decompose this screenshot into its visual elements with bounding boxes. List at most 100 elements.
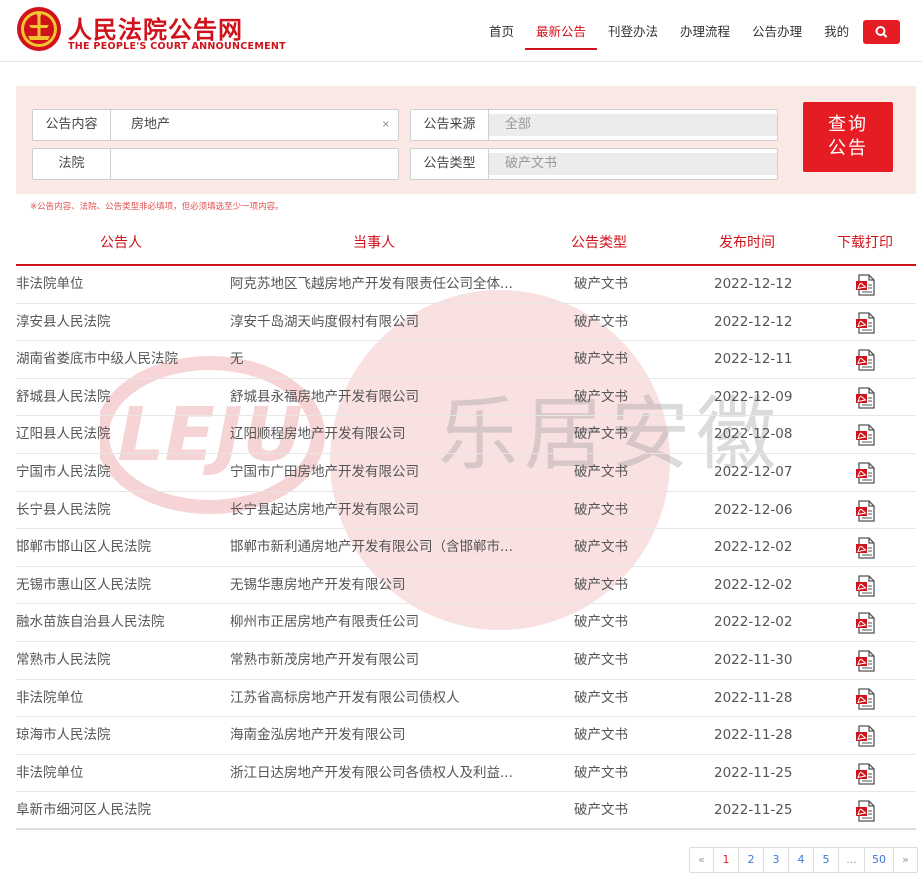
type-field[interactable]: 公告类型 破产文书 xyxy=(410,148,778,180)
table-row[interactable]: 非法院单位 阿克苏地区飞越房地产开发有限责任公司全体... 破产文书 2022-12-… xyxy=(16,266,916,304)
content-field[interactable]: 公告内容 房地产 × xyxy=(32,109,399,141)
pagination-page-3[interactable]: 3 xyxy=(763,848,788,872)
header-party: 当事人 xyxy=(353,235,395,251)
cell-party: 宁国市广田房地产开发有限公司 xyxy=(230,463,419,480)
cell-date: 2022-11-25 xyxy=(714,802,793,819)
table-row[interactable]: 阜新市细河区人民法院 破产文书 2022-11-25 xyxy=(16,792,916,830)
cell-date: 2022-12-12 xyxy=(714,276,793,292)
court-input[interactable] xyxy=(111,149,391,179)
pdf-icon xyxy=(856,537,875,559)
cell-announcer: 辽阳县人民法院 xyxy=(16,426,111,443)
query-button[interactable]: 查询 公告 xyxy=(803,102,893,172)
cell-type: 破产文书 xyxy=(574,689,628,706)
table-row[interactable]: 常熟市人民法院 常熟市新茂房地产开发有限公司 破产文书 2022-11-30 xyxy=(16,642,916,680)
table-row[interactable]: 无锡市惠山区人民法院 无锡华惠房地产开发有限公司 破产文书 2022-12-02 xyxy=(16,567,916,605)
header-download: 下载打印 xyxy=(837,235,893,251)
download-pdf-button[interactable] xyxy=(854,311,880,335)
cell-party xyxy=(230,792,520,829)
cell-party: 无锡华惠房地产开发有限公司 xyxy=(230,576,406,593)
download-pdf-button[interactable] xyxy=(854,762,880,786)
download-pdf-button[interactable] xyxy=(854,461,880,485)
download-pdf-button[interactable] xyxy=(854,423,880,447)
table-row[interactable]: 非法院单位 江苏省高标房地产开发有限公司债权人 破产文书 2022-11-28 xyxy=(16,680,916,718)
download-pdf-button[interactable] xyxy=(854,499,880,523)
pagination-prev-button[interactable]: « xyxy=(690,848,713,872)
pdf-icon xyxy=(856,612,875,634)
pagination-next-button[interactable]: » xyxy=(893,848,917,872)
table-row[interactable]: 邯郸市邯山区人民法院 邯郸市新利通房地产开发有限公司（含邯郸市... 破产文书 202… xyxy=(16,529,916,567)
cell-date: 2022-12-07 xyxy=(714,463,793,480)
nav-mine[interactable]: 我的 xyxy=(813,0,860,62)
cell-announcer: 邯郸市邯山区人民法院 xyxy=(16,539,151,556)
source-field[interactable]: 公告来源 全部 xyxy=(410,109,778,141)
cell-type: 破产文书 xyxy=(574,276,628,292)
table-row[interactable]: 琼海市人民法院 海南金泓房地产开发有限公司 破产文书 2022-11-28 xyxy=(16,717,916,755)
cell-type: 破产文书 xyxy=(574,388,628,405)
cell-date: 2022-12-12 xyxy=(714,313,793,330)
cell-type: 破产文书 xyxy=(574,614,628,631)
pdf-icon xyxy=(856,387,875,409)
pagination-page-5[interactable]: 5 xyxy=(813,848,838,872)
table-row[interactable]: 辽阳县人民法院 辽阳顺程房地产开发有限公司 破产文书 2022-12-08 xyxy=(16,416,916,454)
nav-handling[interactable]: 公告办理 xyxy=(741,0,813,62)
content-label: 公告内容 xyxy=(33,110,111,140)
cell-announcer: 常熟市人民法院 xyxy=(16,651,111,668)
download-pdf-button[interactable] xyxy=(854,687,880,711)
download-pdf-button[interactable] xyxy=(854,724,880,748)
cell-date: 2022-12-02 xyxy=(714,614,793,631)
pagination-page-2[interactable]: 2 xyxy=(738,848,763,872)
source-select[interactable]: 全部 xyxy=(489,114,777,136)
pagination-page-1[interactable]: 1 xyxy=(713,848,738,872)
table-row[interactable]: 湖南省娄底市中级人民法院 无 破产文书 2022-12-11 xyxy=(16,341,916,379)
pagination-page-4[interactable]: 4 xyxy=(788,848,813,872)
pdf-icon xyxy=(856,725,875,747)
pdf-icon xyxy=(856,763,875,785)
content-input[interactable]: 房地产 xyxy=(111,110,371,140)
pdf-icon xyxy=(856,311,875,334)
download-pdf-button[interactable] xyxy=(854,649,880,673)
header-search-button[interactable] xyxy=(863,20,900,44)
download-pdf-button[interactable] xyxy=(854,536,880,560)
download-pdf-button[interactable] xyxy=(854,386,880,410)
cell-date: 2022-11-30 xyxy=(714,651,793,668)
cell-announcer: 非法院单位 xyxy=(16,764,84,781)
pdf-icon xyxy=(856,274,875,296)
cell-party: 无 xyxy=(230,351,244,368)
nav-latest[interactable]: 最新公告 xyxy=(525,0,598,62)
cell-type: 破产文书 xyxy=(574,463,628,480)
cell-date: 2022-11-25 xyxy=(714,764,793,781)
announcement-table: 公告人 当事人 公告类型 发布时间 下载打印 非法院单位 阿克苏地区飞越房地产开发… xyxy=(16,222,916,830)
clear-icon[interactable]: × xyxy=(382,110,390,140)
search-hint: ※公告内容、法院、公告类型非必填项，但必须填选至少一项内容。 xyxy=(30,202,284,212)
download-pdf-button[interactable] xyxy=(854,799,880,823)
site-logo[interactable]: 人民法院公告网 THE PEOPLE'S COURT ANNOUNCEMENT xyxy=(16,6,286,56)
header-announcer: 公告人 xyxy=(100,235,142,251)
table-row[interactable]: 非法院单位 浙江日达房地产开发有限公司各债权人及利益... 破产文书 2022-11-… xyxy=(16,755,916,793)
table-row[interactable]: 淳安县人民法院 淳安千岛湖天屿度假村有限公司 破产文书 2022-12-12 xyxy=(16,304,916,342)
court-field[interactable]: 法院 xyxy=(32,148,399,180)
cell-type: 破产文书 xyxy=(574,802,628,819)
cell-announcer: 无锡市惠山区人民法院 xyxy=(16,576,151,593)
nav-process[interactable]: 办理流程 xyxy=(669,0,741,62)
nav-home[interactable]: 首页 xyxy=(478,0,525,62)
download-pdf-button[interactable] xyxy=(854,273,880,297)
pdf-icon xyxy=(856,650,875,672)
nav-publish-rules[interactable]: 刊登办法 xyxy=(597,0,669,62)
table-row[interactable]: 舒城县人民法院 舒城县永福房地产开发有限公司 破产文书 2022-12-09 xyxy=(16,379,916,417)
download-pdf-button[interactable] xyxy=(854,348,880,372)
cell-type: 破产文书 xyxy=(574,764,628,781)
cell-type: 破产文书 xyxy=(574,501,628,518)
pagination-page-50[interactable]: 50 xyxy=(864,848,893,872)
cell-type: 破产文书 xyxy=(574,727,628,744)
download-pdf-button[interactable] xyxy=(854,611,880,635)
cell-date: 2022-12-06 xyxy=(714,501,793,518)
cell-party: 柳州市正居房地产有限责任公司 xyxy=(230,614,419,631)
type-select[interactable]: 破产文书 xyxy=(489,153,777,175)
cell-date: 2022-12-08 xyxy=(714,426,793,443)
table-row[interactable]: 融水苗族自治县人民法院 柳州市正居房地产有限责任公司 破产文书 2022-12-02 xyxy=(16,604,916,642)
download-pdf-button[interactable] xyxy=(854,574,880,598)
table-row[interactable]: 宁国市人民法院 宁国市广田房地产开发有限公司 破产文书 2022-12-07 xyxy=(16,454,916,492)
pagination-ellipsis: ... xyxy=(838,848,864,872)
pdf-icon xyxy=(856,499,875,522)
table-row[interactable]: 长宁县人民法院 长宁县起达房地产开发有限公司 破产文书 2022-12-06 xyxy=(16,492,916,530)
